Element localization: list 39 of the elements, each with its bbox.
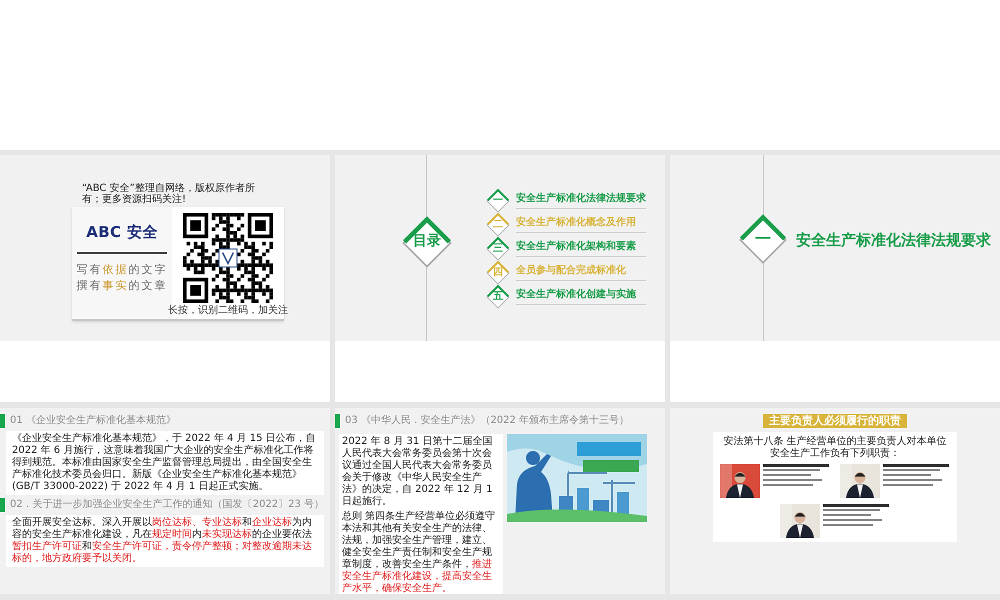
note-text: “ABC 安全”整理自网络，版权原作者所有；更多资源扫码关注!	[81, 183, 256, 205]
paragraph: 全面开展安全达标。深入开展以岗位达标、专业达标和企业达标为内容的安全生产标准化建设，凡在规定时间内未实现达标的企业要依法 暂扣生产许可证和安全生产许可证，责令停产整顿；对整改逾期未达标的，地方政府要予以关闭。	[6, 515, 324, 567]
diamond-icon	[485, 188, 511, 214]
heading-marker	[335, 414, 340, 428]
slide-heading: 02．关于进一步加强企业安全生产工作的通知（国发〔2022〕23 号）	[10, 498, 326, 511]
slogan-text: 写有 依据 的文字	[76, 262, 168, 278]
section-title: 安全生产标准化法律法规要求	[796, 230, 991, 250]
toc-item[interactable]: 安全生产标准化法律法规要求	[516, 193, 646, 209]
section-number: 一	[754, 229, 772, 249]
diamond-icon	[485, 260, 511, 286]
slide-heading: 01 《企业安全生产标准化基本规范》	[10, 414, 177, 427]
qr-code-icon	[183, 213, 273, 303]
qr-caption: 长按，识别二维码，加关注	[168, 305, 288, 317]
diamond-icon	[485, 284, 511, 310]
item-number: 四	[492, 266, 504, 280]
paragraph: 2022 年 8 月 31 日第十二届全国人民代表大会常务委员会第十次会议通过全国人民代表大会常务委员会关于修改《中华人民安全生产法》的决定，自 2022 年 12 月 1 日起施行。	[342, 436, 494, 508]
slide-title: 主要负责人必须履行的职责	[763, 414, 907, 428]
heading-marker	[0, 498, 5, 512]
paragraph: 《企业安全生产标准化基本规范》，于 2022 年 4 月 15 日公布，自 2022 年 6 月施行，这意味着我国广大企业的安全生产标准化工作将得到规范。本标准由国家安全生产监督管理总局提出，由全国安全生产标准化技术委员会归口。新版《企业安全生产标准化基本规范》(GB/T 33000-2022) 于 2022 年 4 月 1 日起正式实施。	[6, 431, 324, 495]
text-lines-drawing	[883, 464, 949, 489]
toc-item[interactable]: 安全生产标准化概念及作用	[516, 217, 646, 233]
item-number: 二	[492, 218, 504, 232]
heading-marker	[0, 414, 5, 428]
paragraph: 总则 第四条生产经营单位必须遵守本法和其他有关安全生产的法律、法规，加强安全生产管理，建立、健全安全生产责任制和安全生产规章制度，改善安全生产条件，推进安全生产标准化建设，提高安全生产水平，确保安全生产。	[342, 511, 496, 594]
item-number: 一	[492, 194, 504, 208]
toc-item[interactable]: 安全生产标准化创建与实施	[516, 289, 646, 305]
brand-title: ABC 安全	[86, 222, 158, 243]
toc-title: 目录	[412, 232, 442, 250]
diamond-icon	[485, 236, 511, 262]
toc-item[interactable]: 全员参与配合完成标准化	[516, 265, 646, 281]
text-lines-drawing	[823, 504, 889, 529]
slide-heading: 03 《中华人民 . 安全生产法》（2022 年颁布主席令第十三号）	[345, 414, 630, 427]
item-number: 五	[492, 290, 504, 304]
item-number: 三	[492, 242, 504, 256]
intro-text: 安法第十八条 生产经营单位的主要负责人对本单位安全生产工作负有下列职责：	[722, 436, 948, 460]
text-lines-drawing	[763, 464, 829, 489]
slogan-text: 撰有 事实 的文章	[76, 278, 168, 294]
diamond-icon	[485, 212, 511, 238]
toc-item[interactable]: 安全生产标准化架构和要素	[516, 241, 646, 257]
